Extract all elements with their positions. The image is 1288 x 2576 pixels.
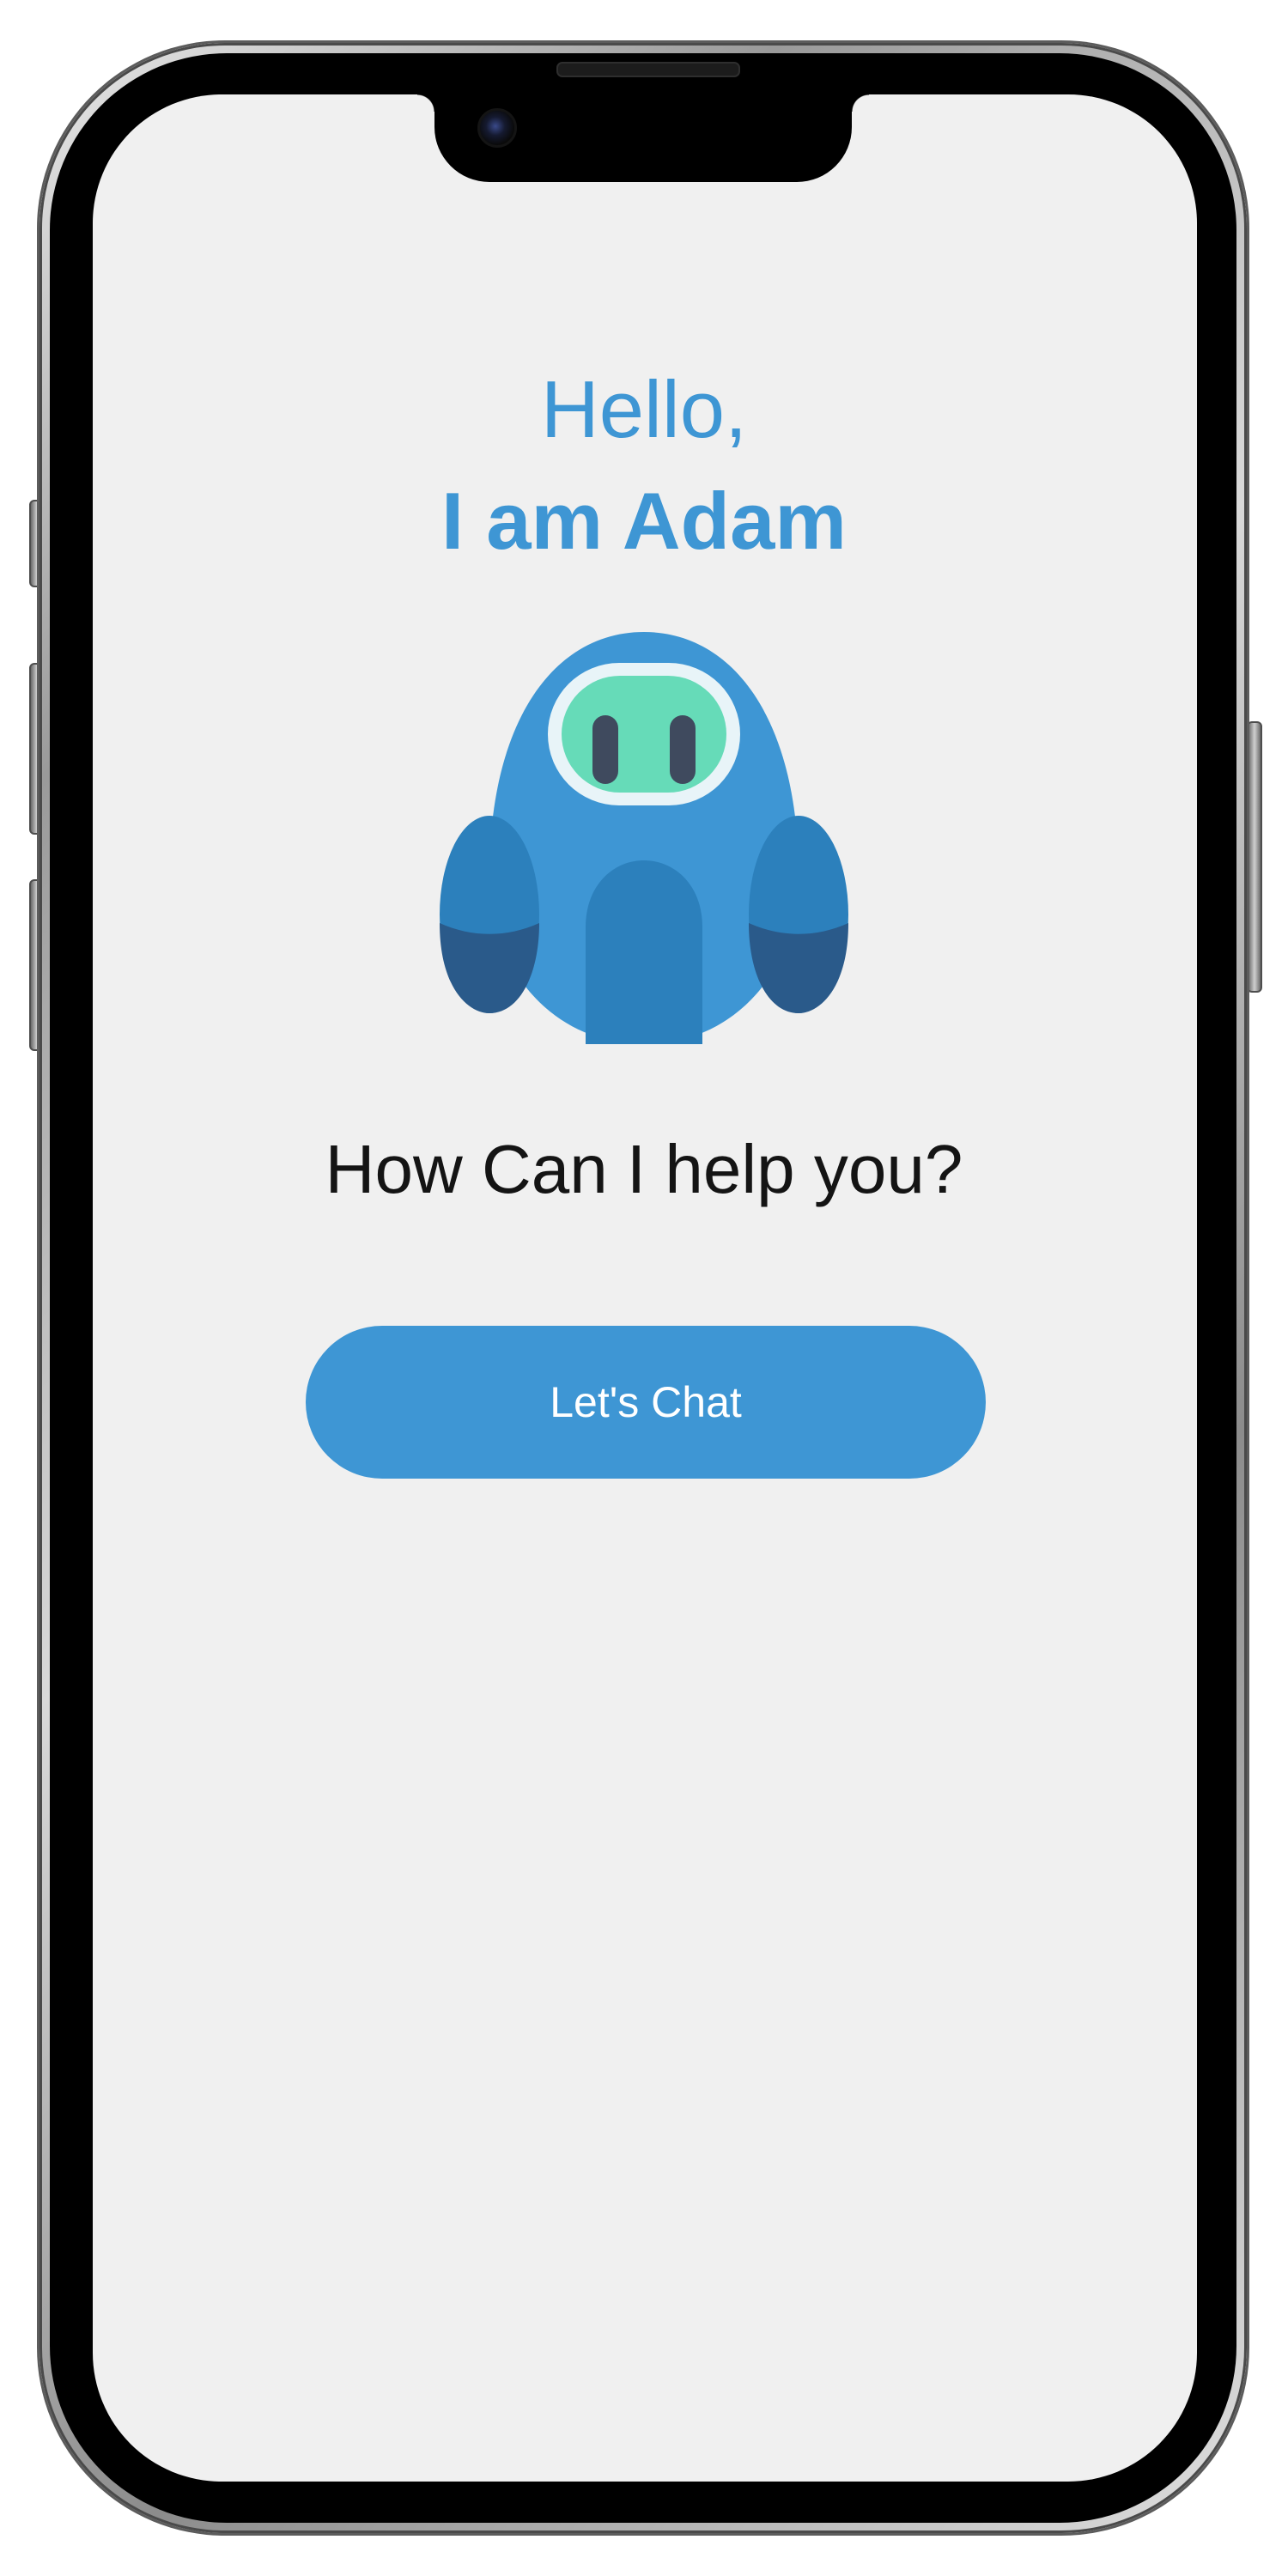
notch-corner-right bbox=[852, 94, 869, 112]
robot-left-arm bbox=[440, 816, 539, 1013]
front-camera-icon bbox=[477, 108, 517, 148]
robot-left-eye bbox=[592, 715, 618, 784]
robot-right-arm bbox=[749, 816, 848, 1013]
notch-corner-left bbox=[417, 94, 434, 112]
power-button bbox=[1247, 721, 1262, 993]
greeting-hello: Hello, bbox=[540, 364, 748, 454]
robot-right-eye bbox=[670, 715, 696, 784]
device-mockup: Hello, I am Adam How Can I help you? Let… bbox=[0, 0, 1288, 2576]
robot-mascot-icon bbox=[440, 632, 848, 1044]
help-question: How Can I help you? bbox=[325, 1131, 963, 1207]
greeting-name: I am Adam bbox=[441, 476, 847, 566]
robot-door bbox=[586, 860, 702, 1044]
earpiece-speaker bbox=[556, 62, 740, 77]
robot-visor bbox=[562, 676, 726, 793]
lets-chat-button[interactable]: Let's Chat bbox=[306, 1326, 986, 1479]
